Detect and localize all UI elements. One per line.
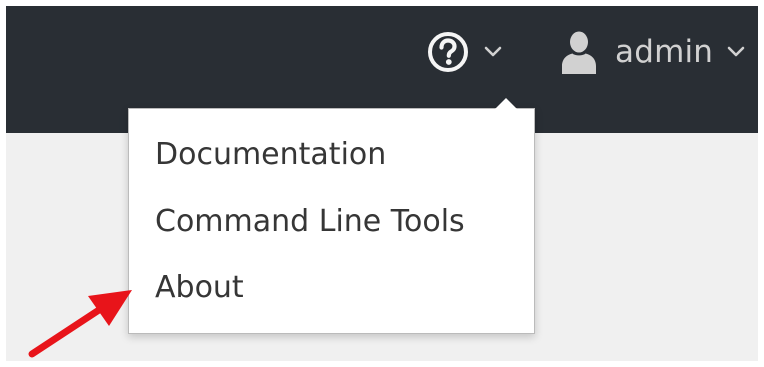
chevron-down-icon bbox=[727, 46, 745, 57]
red-arrow-annotation-icon bbox=[28, 290, 132, 358]
user-dropdown-toggle[interactable]: admin bbox=[559, 30, 745, 74]
menu-item-documentation[interactable]: Documentation bbox=[155, 137, 386, 172]
help-dropdown-toggle[interactable] bbox=[426, 30, 510, 74]
username-label: admin bbox=[615, 34, 714, 70]
menu-caret bbox=[495, 98, 517, 109]
help-dropdown-menu: Documentation Command Line Tools About bbox=[128, 98, 535, 334]
chevron-down-icon bbox=[484, 46, 502, 57]
menu-item-about[interactable]: About bbox=[155, 270, 244, 305]
menu-item-command-line-tools[interactable]: Command Line Tools bbox=[155, 204, 465, 239]
user-icon bbox=[562, 31, 596, 74]
question-circle-icon bbox=[428, 32, 468, 72]
